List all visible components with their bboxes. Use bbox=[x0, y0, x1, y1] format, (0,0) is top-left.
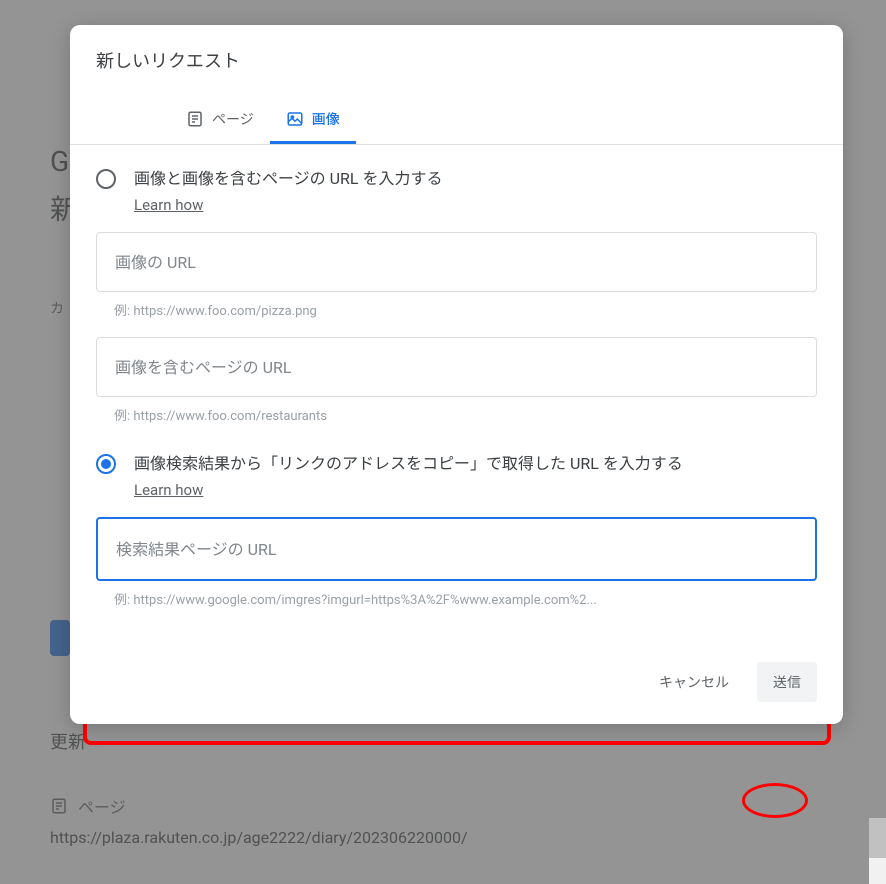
page-url-example: 例: https://www.foo.com/restaurants bbox=[96, 405, 817, 424]
new-request-modal: 新しいリクエスト ページ 画像 画像と画像を含むページの URL を入力する L… bbox=[70, 25, 843, 724]
option-image-and-page-url: 画像と画像を含むページの URL を入力する Learn how 例: http… bbox=[96, 167, 817, 424]
image-url-input[interactable] bbox=[96, 232, 817, 292]
option2-label: 画像検索結果から「リンクのアドレスをコピー」で取得した URL を入力する bbox=[134, 452, 817, 476]
page-icon bbox=[186, 110, 204, 128]
page-url-input[interactable] bbox=[96, 337, 817, 397]
image-url-example: 例: https://www.foo.com/pizza.png bbox=[96, 300, 817, 319]
modal-title: 新しいリクエスト bbox=[70, 25, 843, 83]
tab-page[interactable]: ページ bbox=[170, 97, 270, 144]
modal-body: 画像と画像を含むページの URL を入力する Learn how 例: http… bbox=[70, 145, 843, 626]
tab-image-label: 画像 bbox=[312, 109, 340, 129]
tabs-bar: ページ 画像 bbox=[70, 97, 843, 145]
tab-page-label: ページ bbox=[212, 109, 254, 129]
option1-label: 画像と画像を含むページの URL を入力する bbox=[134, 167, 817, 191]
cancel-button[interactable]: キャンセル bbox=[643, 662, 745, 702]
learn-how-link2[interactable]: Learn how bbox=[134, 481, 203, 499]
search-result-url-input[interactable] bbox=[96, 517, 817, 581]
tab-image[interactable]: 画像 bbox=[270, 97, 356, 144]
radio-option2[interactable] bbox=[96, 454, 116, 474]
radio-inner bbox=[101, 459, 111, 469]
submit-button[interactable]: 送信 bbox=[757, 662, 817, 702]
option-search-result-url: 画像検索結果から「リンクのアドレスをコピー」で取得した URL を入力する Le… bbox=[96, 452, 817, 608]
search-result-url-example: 例: https://www.google.com/imgres?imgurl=… bbox=[96, 589, 817, 608]
scrollbar-thumb[interactable] bbox=[869, 818, 886, 858]
radio-option1[interactable] bbox=[96, 169, 116, 189]
modal-actions: キャンセル 送信 bbox=[70, 646, 843, 724]
scrollbar[interactable] bbox=[869, 818, 886, 884]
learn-how-link1[interactable]: Learn how bbox=[134, 196, 203, 214]
image-icon bbox=[286, 110, 304, 128]
